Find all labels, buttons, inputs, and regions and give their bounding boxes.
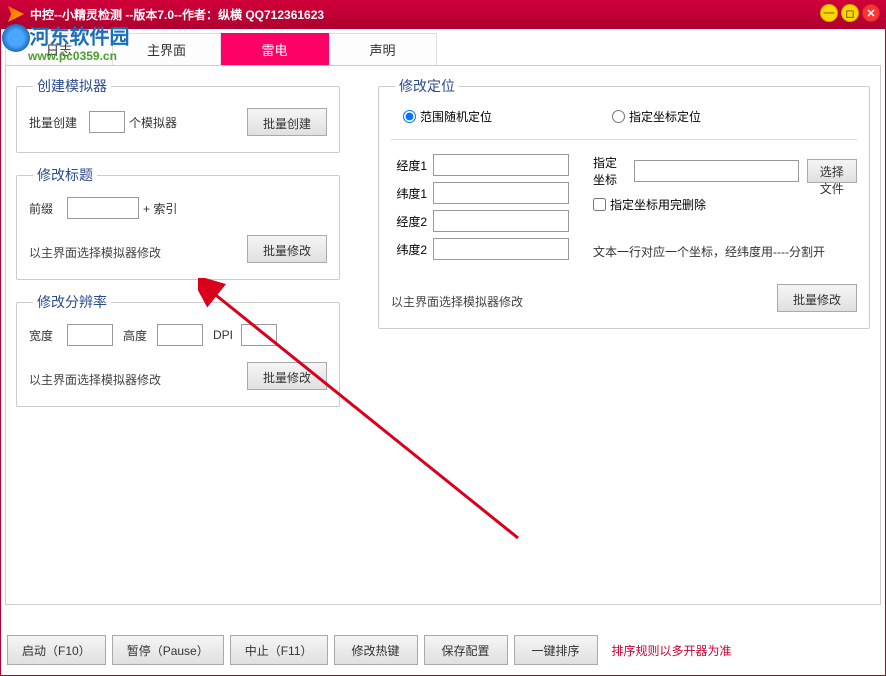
maximize-button[interactable]: ◻ bbox=[841, 4, 859, 22]
batch-create-count-input[interactable] bbox=[89, 111, 125, 133]
tab-main[interactable]: 主界面 bbox=[113, 33, 221, 65]
coord-format-note: 文本一行对应一个坐标，经纬度用----分割开 bbox=[593, 243, 857, 260]
title-help-text: 以主界面选择模拟器修改 bbox=[29, 244, 161, 261]
radio-fixed-input[interactable] bbox=[612, 110, 625, 123]
delete-after-use-label: 指定坐标用完删除 bbox=[610, 196, 706, 213]
tab-log[interactable]: 日志 bbox=[5, 33, 113, 65]
coord-inputs: 经度1 纬度1 经度2 纬度2 bbox=[391, 154, 569, 260]
width-label: 宽度 bbox=[29, 327, 63, 344]
tab-bar: 日志 主界面 雷电 声明 bbox=[5, 33, 881, 65]
radio-fixed-location[interactable]: 指定坐标定位 bbox=[612, 108, 701, 125]
delete-after-use-checkbox[interactable] bbox=[593, 198, 606, 211]
prefix-input[interactable] bbox=[67, 197, 139, 219]
dpi-label: DPI bbox=[213, 328, 237, 342]
res-help-text: 以主界面选择模拟器修改 bbox=[29, 371, 161, 388]
radio-random-input[interactable] bbox=[403, 110, 416, 123]
lng1-input[interactable] bbox=[433, 154, 569, 176]
content-area: 日志 主界面 雷电 声明 创建模拟器 批量创建 个模拟器 批量创建 修改标题 bbox=[0, 28, 886, 676]
lat1-label: 纬度1 bbox=[391, 185, 427, 202]
group-legend-create: 创建模拟器 bbox=[33, 76, 111, 96]
radio-random-location[interactable]: 范围随机定位 bbox=[403, 108, 492, 125]
lng2-label: 经度2 bbox=[391, 213, 427, 230]
group-modify-title: 修改标题 前缀 + 索引 以主界面选择模拟器修改 批量修改 bbox=[16, 165, 340, 280]
target-coord-label: 指定坐标 bbox=[593, 154, 626, 188]
coord-right-panel: 指定坐标 选择文件 指定坐标用完删除 文本一行对应一个坐标，经纬度用----分割… bbox=[593, 154, 857, 260]
unit-label: 个模拟器 bbox=[129, 114, 185, 131]
sort-button[interactable]: 一键排序 bbox=[514, 635, 598, 665]
batch-modify-title-button[interactable]: 批量修改 bbox=[247, 235, 327, 263]
dpi-input[interactable] bbox=[241, 324, 277, 346]
bottom-toolbar: 启动（F10） 暂停（Pause） 中止（F11） 修改热键 保存配置 一键排序… bbox=[5, 631, 881, 669]
title-bar: 中控--小精灵检测 --版本7.0--作者：纵横 QQ712361623 — ◻… bbox=[0, 0, 886, 28]
batch-create-label: 批量创建 bbox=[29, 114, 85, 131]
app-logo-icon bbox=[8, 6, 24, 22]
batch-create-button[interactable]: 批量创建 bbox=[247, 108, 327, 136]
suffix-label: + 索引 bbox=[143, 200, 199, 217]
target-coord-input[interactable] bbox=[634, 160, 799, 182]
stop-button[interactable]: 中止（F11） bbox=[230, 635, 328, 665]
close-button[interactable]: ✕ bbox=[862, 4, 880, 22]
pause-button[interactable]: 暂停（Pause） bbox=[112, 635, 224, 665]
tab-panel: 创建模拟器 批量创建 个模拟器 批量创建 修改标题 前缀 + 索引 bbox=[5, 65, 881, 605]
group-modify-location: 修改定位 范围随机定位 指定坐标定位 经度1 bbox=[378, 76, 870, 329]
lat1-input[interactable] bbox=[433, 182, 569, 204]
sort-note: 排序规则以多开器为准 bbox=[612, 642, 732, 659]
group-legend-title: 修改标题 bbox=[33, 165, 97, 185]
group-create-emulator: 创建模拟器 批量创建 个模拟器 批量创建 bbox=[16, 76, 340, 153]
group-legend-res: 修改分辨率 bbox=[33, 292, 111, 312]
tab-shengming[interactable]: 声明 bbox=[329, 33, 437, 65]
save-config-button[interactable]: 保存配置 bbox=[424, 635, 508, 665]
radio-fixed-label: 指定坐标定位 bbox=[629, 108, 701, 125]
lat2-label: 纬度2 bbox=[391, 241, 427, 258]
choose-file-button[interactable]: 选择文件 bbox=[807, 159, 858, 183]
window-title: 中控--小精灵检测 --版本7.0--作者：纵横 QQ712361623 bbox=[30, 6, 324, 23]
start-button[interactable]: 启动（F10） bbox=[7, 635, 106, 665]
minimize-button[interactable]: — bbox=[820, 4, 838, 22]
batch-modify-res-button[interactable]: 批量修改 bbox=[247, 362, 327, 390]
window-controls: — ◻ ✕ bbox=[820, 4, 880, 22]
radio-random-label: 范围随机定位 bbox=[420, 108, 492, 125]
batch-modify-loc-button[interactable]: 批量修改 bbox=[777, 284, 857, 312]
height-label: 高度 bbox=[123, 327, 153, 344]
lng2-input[interactable] bbox=[433, 210, 569, 232]
hotkey-button[interactable]: 修改热键 bbox=[334, 635, 418, 665]
prefix-label: 前缀 bbox=[29, 200, 63, 217]
lat2-input[interactable] bbox=[433, 238, 569, 260]
right-column: 修改定位 范围随机定位 指定坐标定位 经度1 bbox=[378, 76, 870, 341]
width-input[interactable] bbox=[67, 324, 113, 346]
left-column: 创建模拟器 批量创建 个模拟器 批量创建 修改标题 前缀 + 索引 bbox=[16, 76, 340, 419]
group-modify-resolution: 修改分辨率 宽度 高度 DPI 以主界面选择模拟器修改 批量修改 bbox=[16, 292, 340, 407]
loc-help-text: 以主界面选择模拟器修改 bbox=[391, 293, 523, 310]
tab-leidian[interactable]: 雷电 bbox=[221, 33, 329, 65]
group-legend-loc: 修改定位 bbox=[395, 76, 459, 96]
height-input[interactable] bbox=[157, 324, 203, 346]
lng1-label: 经度1 bbox=[391, 157, 427, 174]
